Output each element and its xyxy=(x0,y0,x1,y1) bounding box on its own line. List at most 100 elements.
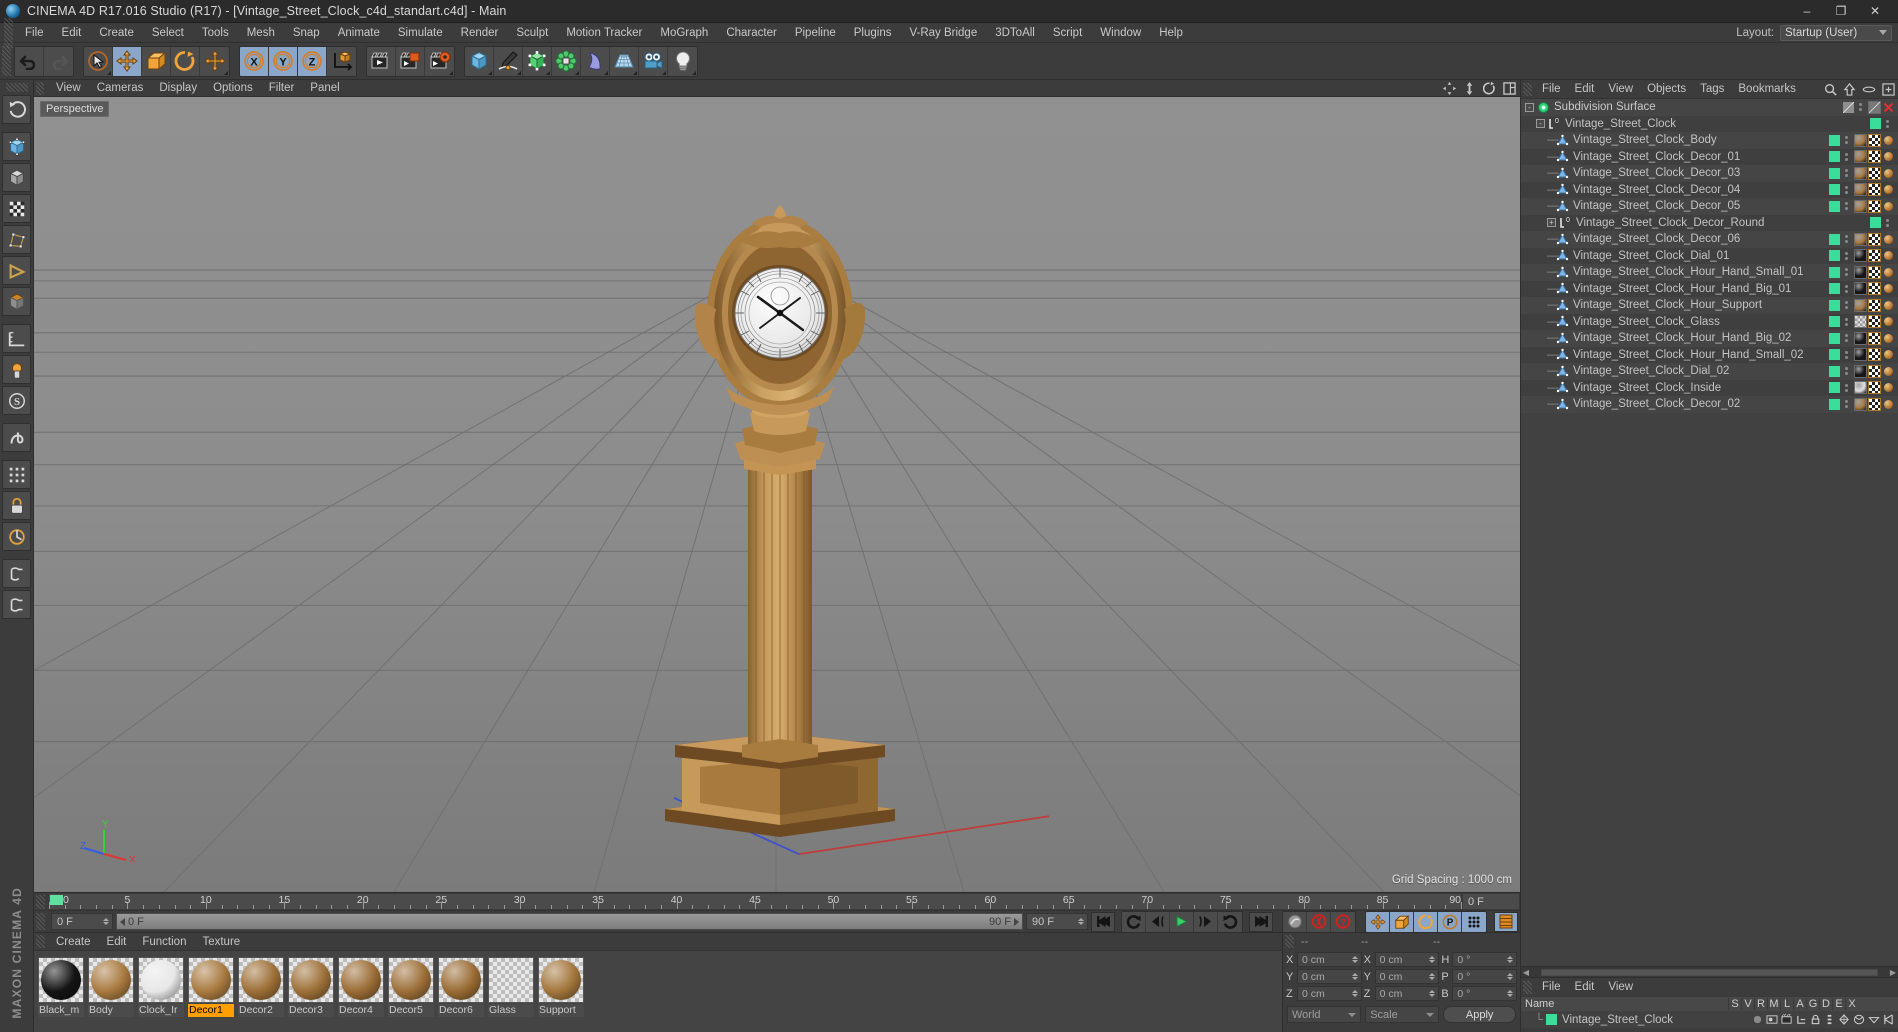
enable-axis-button[interactable] xyxy=(2,355,31,384)
uvw-tag-icon[interactable] xyxy=(1868,364,1881,378)
go-to-end-button[interactable] xyxy=(1249,911,1273,932)
object-menu-bookmarks[interactable]: Bookmarks xyxy=(1731,83,1803,95)
material-tag-icon[interactable] xyxy=(1882,315,1895,328)
menu-grip[interactable] xyxy=(4,17,13,48)
minimize-button[interactable]: – xyxy=(1790,0,1824,22)
object-menu-file[interactable]: File xyxy=(1535,83,1568,95)
layer-row[interactable]: └ Vintage_Street_Clock xyxy=(1521,1011,1898,1028)
add-spline-button[interactable] xyxy=(494,46,523,76)
snap-icon-button[interactable] xyxy=(2,423,31,452)
object-row[interactable]: — Vintage_Street_Clock_Decor_03 xyxy=(1521,165,1898,182)
object-disabled-swatch[interactable] xyxy=(1843,101,1854,113)
viewport-menu-filter[interactable]: Filter xyxy=(261,80,303,97)
dynamic-place-tool-button[interactable] xyxy=(200,46,229,76)
material-swatch-tag-icon[interactable] xyxy=(1854,331,1867,345)
layout-select[interactable]: Startup (User) xyxy=(1780,24,1892,41)
object-row[interactable]: — Vintage_Street_Clock_Hour_Hand_Small_02 xyxy=(1521,346,1898,363)
timeline-ruler[interactable]: 0 5 10 15 20 25 30 35 40 45 50 55 60 65 70 75 80 85 90 xyxy=(48,893,1462,910)
animation-icon[interactable] xyxy=(1824,1014,1835,1025)
material-swatch-tag-icon[interactable] xyxy=(1854,166,1867,180)
object-visibility-dots[interactable] xyxy=(1842,284,1851,293)
scroll-left-icon[interactable]: ◀ xyxy=(1521,968,1531,977)
make-editable-button[interactable] xyxy=(2,132,31,161)
material-menu-create[interactable]: Create xyxy=(48,936,99,948)
object-manager-scrollbar[interactable]: ◀ ▶ xyxy=(1521,966,1898,977)
material-tag-icon[interactable] xyxy=(1882,332,1895,345)
manager-icon[interactable] xyxy=(1796,1014,1807,1025)
material-swatch-tag-icon[interactable] xyxy=(1854,397,1867,411)
expand-icon[interactable]: + xyxy=(1547,218,1556,228)
material-preview[interactable] xyxy=(38,957,84,1003)
rotate-view-icon[interactable] xyxy=(1483,81,1496,95)
live-selection-button[interactable] xyxy=(84,46,113,76)
object-row[interactable]: — Vintage_Street_Clock_Hour_Hand_Big_01 xyxy=(1521,280,1898,297)
object-visibility-dots[interactable] xyxy=(1842,152,1851,161)
material-tag-icon[interactable] xyxy=(1882,266,1895,279)
material-swatch-tag-icon[interactable] xyxy=(1854,265,1867,279)
material-swatch-tag-icon[interactable] xyxy=(1854,315,1867,329)
menu-simulate[interactable]: Simulate xyxy=(389,23,452,43)
layer-menu-edit[interactable]: Edit xyxy=(1568,981,1602,993)
quantize-button[interactable] xyxy=(2,460,31,489)
uvw-tag-icon[interactable] xyxy=(1868,183,1881,197)
material-item[interactable]: Decor6 xyxy=(438,957,484,1017)
menu-mograph[interactable]: MoGraph xyxy=(651,23,717,43)
coordinate-rotation-field[interactable]: 0 ° xyxy=(1452,986,1518,1001)
material-menu-function[interactable]: Function xyxy=(134,936,194,948)
menu-character[interactable]: Character xyxy=(717,23,786,43)
material-swatch-tag-icon[interactable] xyxy=(1854,249,1867,263)
coordinate-stepper[interactable] xyxy=(1506,956,1514,963)
coordinate-system-select[interactable]: World xyxy=(1287,1006,1362,1023)
menu-mesh[interactable]: Mesh xyxy=(238,23,284,43)
object-menu-edit[interactable]: Edit xyxy=(1568,83,1602,95)
material-tag-icon[interactable] xyxy=(1882,183,1895,196)
material-tag-icon[interactable] xyxy=(1882,200,1895,213)
lock-y-button[interactable]: Y xyxy=(269,46,298,76)
object-visibility-dots[interactable] xyxy=(1883,119,1892,128)
rotate-tool-button[interactable] xyxy=(171,46,200,76)
object-row[interactable]: — Vintage_Street_Clock_Body xyxy=(1521,132,1898,149)
object-visibility-dots[interactable] xyxy=(1842,136,1851,145)
object-enabled-swatch[interactable] xyxy=(1829,349,1840,361)
uvw-tag-icon[interactable] xyxy=(1868,282,1881,296)
object-row[interactable]: — Vintage_Street_Clock_Decor_05 xyxy=(1521,198,1898,215)
material-item[interactable]: Decor2 xyxy=(238,957,284,1017)
undo-view-button[interactable] xyxy=(2,95,31,124)
add-scene-button[interactable] xyxy=(610,46,639,76)
object-enabled-swatch[interactable] xyxy=(1829,184,1840,196)
menu-create[interactable]: Create xyxy=(90,23,143,43)
coordinate-position-field[interactable]: 0 cm xyxy=(1297,969,1362,984)
menu-snap[interactable]: Snap xyxy=(284,23,329,43)
viewport-menu-panel[interactable]: Panel xyxy=(302,80,347,97)
coordinate-rotation-field[interactable]: 0 ° xyxy=(1452,952,1518,967)
end-frame-stepper[interactable] xyxy=(1077,918,1085,925)
texture-mode-button[interactable] xyxy=(2,194,31,223)
add-array-button[interactable] xyxy=(552,46,581,76)
menu-select[interactable]: Select xyxy=(143,23,193,43)
object-enabled-swatch[interactable] xyxy=(1829,134,1840,146)
maximize-button[interactable]: ❐ xyxy=(1824,0,1858,22)
object-visibility-dots[interactable] xyxy=(1842,235,1851,244)
material-menu-edit[interactable]: Edit xyxy=(99,936,135,948)
material-swatch-tag-icon[interactable] xyxy=(1854,282,1867,296)
material-item[interactable]: Support xyxy=(538,957,584,1017)
expression-icon[interactable] xyxy=(1868,1014,1880,1025)
object-visibility-dots[interactable] xyxy=(1842,251,1851,260)
material-menu-texture[interactable]: Texture xyxy=(194,936,248,948)
visibility-icon[interactable] xyxy=(1766,1014,1778,1025)
object-tree[interactable]: - Subdivision Surface -0 Vintage_Street_Clo… xyxy=(1521,99,1898,966)
render-icon[interactable] xyxy=(1781,1014,1793,1025)
coordinate-position-field[interactable]: 0 cm xyxy=(1297,952,1362,967)
object-row[interactable]: — Vintage_Street_Clock_Decor_01 xyxy=(1521,148,1898,165)
material-preview[interactable] xyxy=(488,957,534,1003)
magnet-tool-button[interactable] xyxy=(2,522,31,551)
object-enabled-swatch[interactable] xyxy=(1829,299,1840,311)
object-visibility-dots[interactable] xyxy=(1842,400,1851,409)
uvw-tag-icon[interactable] xyxy=(1868,232,1881,246)
menu-motion-tracker[interactable]: Motion Tracker xyxy=(557,23,651,43)
object-row[interactable]: — Vintage_Street_Clock_Inside xyxy=(1521,379,1898,396)
render-view-button[interactable] xyxy=(367,46,396,76)
menu-window[interactable]: Window xyxy=(1091,23,1150,43)
object-enabled-swatch[interactable] xyxy=(1829,167,1840,179)
collapse-icon[interactable]: - xyxy=(1525,102,1534,112)
